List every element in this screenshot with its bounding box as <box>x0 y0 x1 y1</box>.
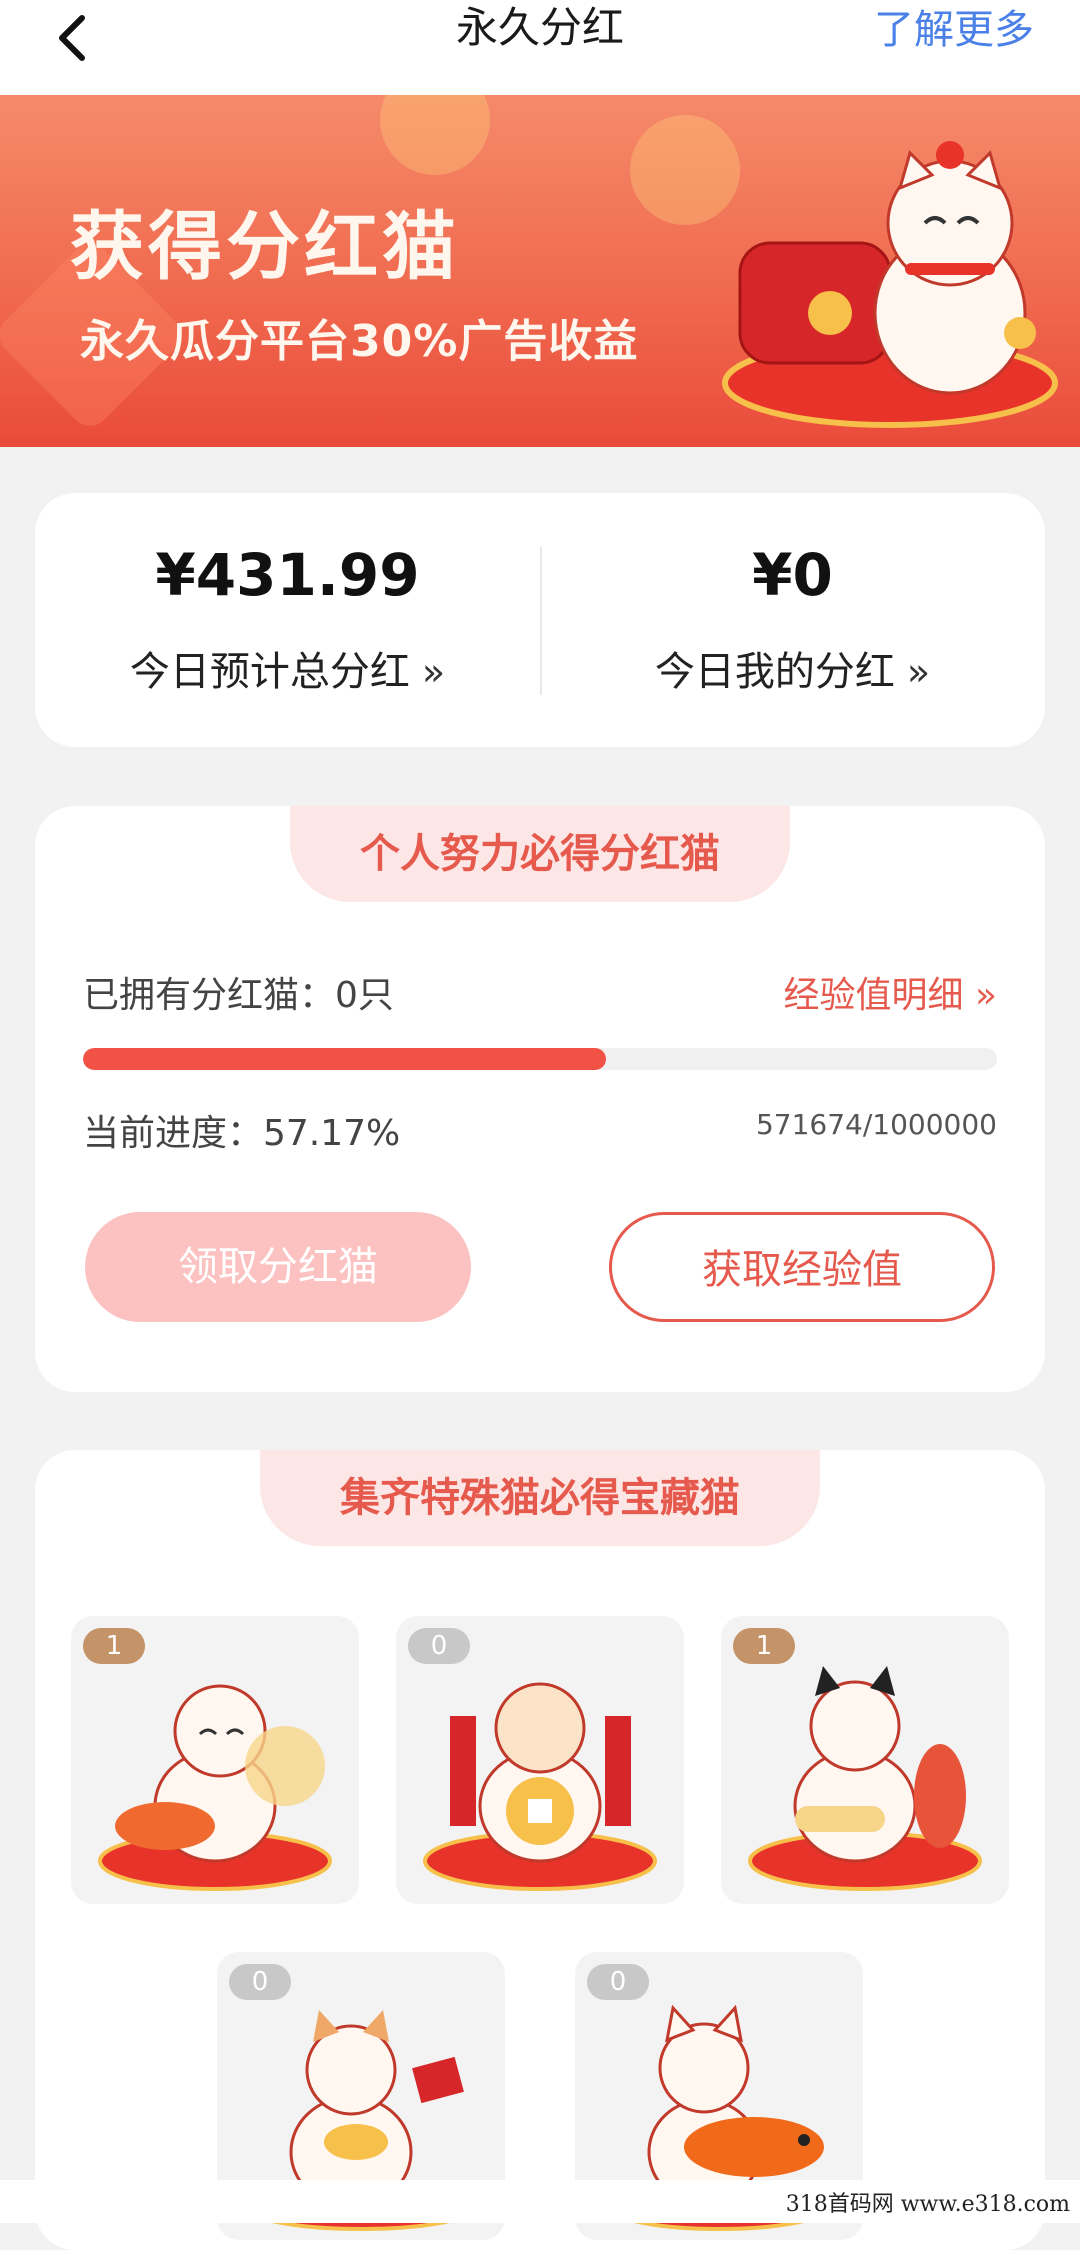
progress-text: 当前进度：57.17% <box>83 1113 401 1154</box>
banner-title: 获得分红猫 <box>70 204 460 290</box>
effort-card: 个人努力必得分红猫 已拥有分红猫：0只 经验值明细 » 当前进度：57.17% … <box>35 806 1045 1392</box>
owned-cats-text: 已拥有分红猫：0只 <box>83 975 394 1016</box>
total-dividend-value: ¥431.99 <box>155 541 420 609</box>
my-dividend-label: 今日我的分红 <box>654 649 895 695</box>
cat-tile-fortune[interactable]: 0 <box>396 1616 684 1904</box>
get-exp-button[interactable]: 获取经验值 <box>609 1212 995 1322</box>
progress-fill <box>83 1048 606 1070</box>
cat-tile-koi[interactable]: 1 <box>71 1616 359 1904</box>
total-dividend-link[interactable]: 今日预计总分红» <box>35 639 540 697</box>
fortune-cat-icon <box>423 1682 657 1891</box>
double-chevron-icon: » <box>421 650 446 694</box>
cat-tile-black-ear[interactable]: 1 <box>721 1616 1009 1904</box>
claim-cat-button[interactable]: 领取分红猫 <box>85 1212 471 1322</box>
top-nav-bar: 永久分红 了解更多 <box>0 0 1080 95</box>
exp-ratio: 571674/1000000 <box>755 1108 997 1141</box>
double-chevron-icon: » <box>906 650 931 694</box>
my-dividend-value: ¥0 <box>752 541 833 609</box>
collection-card: 集齐特殊猫必得宝藏猫 1 0 1 0 0 <box>35 1450 1045 2250</box>
black-ear-cat-icon <box>748 1666 982 1891</box>
banner-subtitle: 永久瓜分平台30%广告收益 <box>80 316 639 367</box>
promo-banner: 获得分红猫 永久瓜分平台30%广告收益 <box>0 95 1080 447</box>
exp-detail-link[interactable]: 经验值明细 » <box>784 966 997 1018</box>
decor-coin <box>380 95 490 175</box>
learn-more-link[interactable]: 了解更多 <box>874 4 1034 56</box>
my-dividend-link[interactable]: 今日我的分红» <box>540 639 1045 697</box>
lucky-cat-illustration <box>722 141 1058 428</box>
progress-bar <box>83 1048 997 1070</box>
total-dividend-label: 今日预计总分红 <box>129 649 410 695</box>
collection-section-header: 集齐特殊猫必得宝藏猫 <box>260 1450 820 1546</box>
effort-section-header: 个人努力必得分红猫 <box>290 806 790 902</box>
watermark: 318首码网 www.e318.com <box>785 2192 1070 2217</box>
koi-cat-icon <box>98 1684 332 1891</box>
dividend-stats-card: ¥431.99 今日预计总分红» ¥0 今日我的分红» <box>35 493 1045 747</box>
